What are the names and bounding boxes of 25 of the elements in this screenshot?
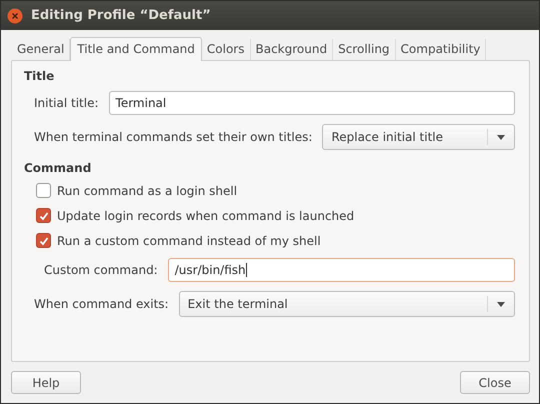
check-icon: [38, 210, 50, 222]
dropdown-arrow-icon: [497, 134, 505, 140]
section-heading: Command: [24, 161, 92, 175]
field-label: Custom command:: [44, 263, 158, 277]
field-label: When terminal commands set their own titles:: [34, 130, 312, 144]
checkbox-label: Run command as a login shell: [57, 184, 238, 198]
tab[interactable]: Title and Command: [70, 37, 202, 61]
window-title: Editing Profile “Default”: [31, 8, 211, 23]
checkbox[interactable]: [36, 233, 51, 248]
section-heading: Title: [24, 69, 56, 83]
close-icon[interactable]: [7, 8, 23, 24]
text-field[interactable]: Terminal: [108, 91, 515, 115]
dropdown[interactable]: Replace initial title: [322, 124, 515, 150]
dialog-button[interactable]: Help: [11, 371, 81, 394]
checkbox-label: Update login records when command is launched: [57, 208, 354, 222]
dialog-button[interactable]: Close: [460, 371, 530, 394]
checkbox[interactable]: [36, 183, 51, 198]
text-field[interactable]: /usr/bin/fish: [168, 258, 515, 282]
dropdown[interactable]: Exit the terminal: [178, 291, 515, 317]
field-label: When command exits:: [34, 297, 169, 311]
checkbox[interactable]: [36, 208, 51, 223]
dropdown-arrow-icon: [497, 302, 505, 306]
field-label: Initial title:: [34, 96, 99, 110]
checkbox-label: Run a custom command instead of my shell: [57, 234, 321, 248]
check-icon: [38, 234, 50, 246]
